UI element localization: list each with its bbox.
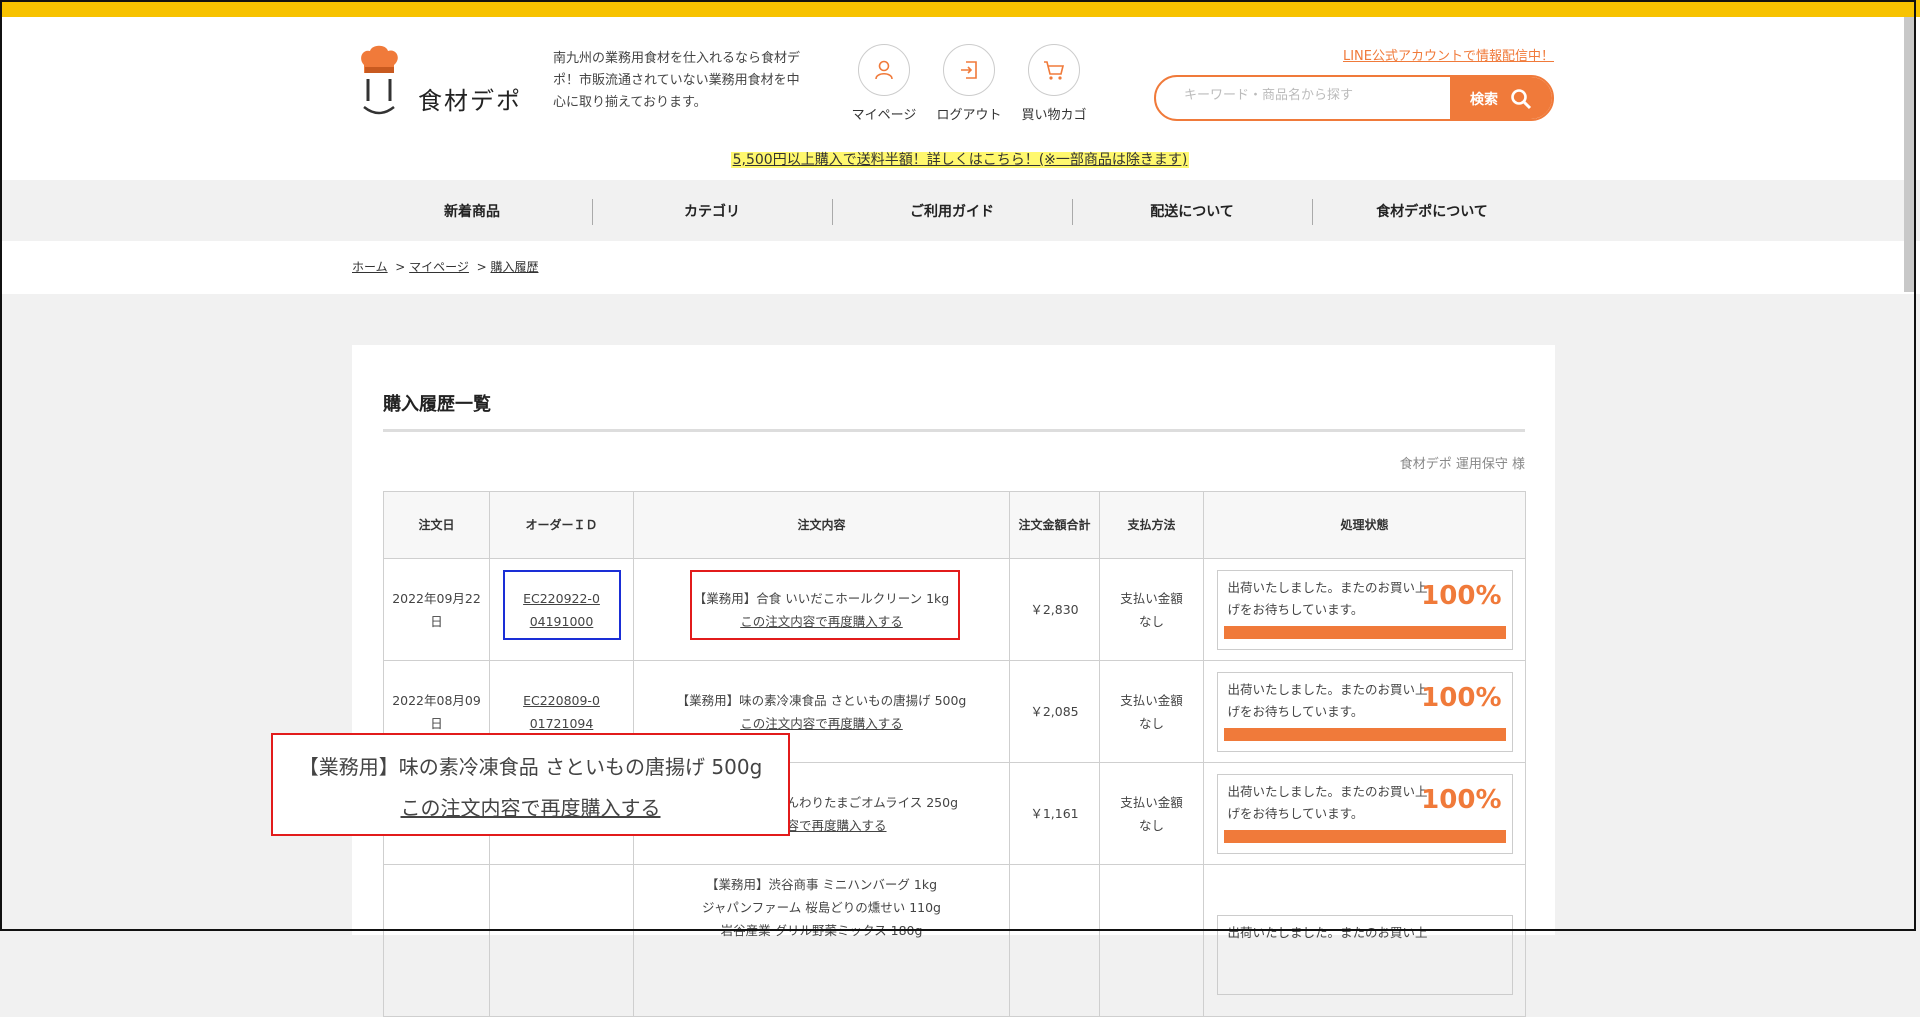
- site-logo[interactable]: 食材デポ: [356, 43, 536, 133]
- status-text: 出荷いたしました。またのお買い上げをお待ちしています。: [1227, 579, 1428, 617]
- table-header-row: 注文日 オーダーＩＤ 注文内容 注文金額合計 支払方法 処理状態: [383, 491, 1526, 559]
- status-box: 出荷いたしました。またのお買い上げをお待ちしています。 100%: [1216, 773, 1513, 854]
- status-cell: 出荷いたしました。またのお買い上: [1203, 864, 1526, 1017]
- nav-about[interactable]: 食材デポについて: [1312, 180, 1552, 241]
- zoom-item-text: 【業務用】味の素冷凍食品 さといもの唐揚げ 500g: [298, 755, 763, 779]
- nav-category[interactable]: カテゴリ: [592, 180, 832, 241]
- scrollbar[interactable]: [1904, 17, 1916, 292]
- search-button[interactable]: 検索: [1450, 77, 1552, 119]
- mypage-button[interactable]: マイページ: [844, 44, 924, 123]
- site-description: 南九州の業務用食材を仕入れるなら食材デポ！市販流通されていない業務用食材を中心に…: [553, 51, 801, 110]
- logo-text: 食材デポ: [418, 87, 522, 115]
- user-icon: [858, 44, 910, 96]
- breadcrumb: ホーム > マイページ > 購入履歴: [352, 258, 538, 275]
- progress-percent: 100%: [1421, 682, 1502, 713]
- order-item: 岩谷産業 グリル野菜ミックス 180g: [720, 923, 923, 938]
- status-cell: 出荷いたしました。またのお買い上げをお待ちしています。 100%: [1203, 558, 1526, 661]
- order-item: 【業務用】味の素冷凍食品 さといもの唐揚げ 500g: [676, 692, 967, 708]
- order-content: 【業務用】渋谷商事 ミニハンバーグ 1kg ジャパンファーム 桜島どりの燻せい …: [633, 864, 1010, 1017]
- search-icon: [1511, 89, 1532, 110]
- order-history-panel: 購入履歴一覧 食材デポ 運用保守 様 注文日 オーダーＩＤ 注文内容 注文金額合…: [352, 345, 1555, 1017]
- col-order-id: オーダーＩＤ: [489, 491, 634, 559]
- nav-guide[interactable]: ご利用ガイド: [832, 180, 1072, 241]
- order-item: 【業務用】渋谷商事 ミニハンバーグ 1kg: [705, 877, 938, 892]
- logout-label: ログアウト: [936, 108, 1002, 123]
- line-account-link[interactable]: LINE公式アカウントで情報配信中！: [1300, 45, 1554, 64]
- col-payment: 支払方法: [1099, 491, 1204, 559]
- order-date: 2022年09月22日: [383, 558, 490, 661]
- breadcrumb-home[interactable]: ホーム: [352, 260, 388, 274]
- progress-percent: 100%: [1421, 784, 1502, 815]
- mypage-label: マイページ: [851, 108, 917, 123]
- nav-new-products[interactable]: 新着商品: [352, 180, 592, 241]
- status-text: 出荷いたしました。またのお買い上: [1227, 925, 1428, 940]
- status-box: 出荷いたしました。またのお買い上げをお待ちしています。 100%: [1216, 569, 1513, 650]
- status-box: 出荷いたしました。またのお買い上げをお待ちしています。 100%: [1216, 671, 1513, 752]
- promo-text: 5,500円以上購入で送料半額！詳しくはこちら！(※一部商品は除きます): [730, 152, 1190, 168]
- global-nav: 新着商品 カテゴリ ご利用ガイド 配送について 食材デポについて: [0, 180, 1920, 241]
- search-button-label: 検索: [1470, 92, 1498, 108]
- col-status: 処理状態: [1203, 491, 1526, 559]
- progress-bar: [1223, 829, 1506, 843]
- chef-hat-logo-icon: [361, 45, 398, 115]
- user-name: 食材デポ 運用保守 様: [1399, 457, 1525, 472]
- order-id-link[interactable]: EC220809-001721094: [523, 693, 600, 731]
- order-total: ￥1,161: [1009, 762, 1100, 865]
- breadcrumb-separator: >: [476, 260, 487, 274]
- title-divider: [383, 429, 1525, 432]
- cart-button[interactable]: 買い物カゴ: [1014, 44, 1094, 123]
- order-id-highlight: [503, 570, 621, 640]
- col-order-content: 注文内容: [633, 491, 1010, 559]
- breadcrumb-current[interactable]: 購入履歴: [490, 260, 538, 274]
- payment-method: 支払い金額なし: [1099, 762, 1204, 865]
- zoom-reorder-link[interactable]: この注文内容で再度購入する: [273, 792, 788, 821]
- progress-bar: [1223, 727, 1506, 741]
- order-total: ￥2,830: [1009, 558, 1100, 661]
- logout-icon: [943, 44, 995, 96]
- top-accent-bar: [0, 0, 1920, 17]
- breadcrumb-separator: >: [395, 260, 406, 274]
- order-content-highlight: [690, 570, 960, 640]
- reorder-link[interactable]: この注文内容で再度購入する: [740, 716, 903, 731]
- cart-icon: [1028, 44, 1080, 96]
- col-order-total: 注文金額合計: [1009, 491, 1100, 559]
- logout-button[interactable]: ログアウト: [929, 44, 1009, 123]
- status-cell: 出荷いたしました。またのお買い上げをお待ちしています。 100%: [1203, 660, 1526, 763]
- search-input[interactable]: [1182, 87, 1366, 104]
- order-item: ジャパンファーム 桜島どりの燻せい 110g: [702, 900, 941, 915]
- progress-percent: 100%: [1421, 580, 1502, 611]
- table-row: 【業務用】渋谷商事 ミニハンバーグ 1kg ジャパンファーム 桜島どりの燻せい …: [383, 864, 1526, 1017]
- status-box: 出荷いたしました。またのお買い上: [1216, 915, 1513, 995]
- reorder-link[interactable]: 内容で再度購入する: [774, 818, 887, 833]
- status-cell: 出荷いたしました。またのお買い上げをお待ちしています。 100%: [1203, 762, 1526, 865]
- order-total: ￥2,085: [1009, 660, 1100, 763]
- page-title: 購入履歴一覧: [383, 394, 491, 415]
- cart-label: 買い物カゴ: [1021, 108, 1087, 123]
- nav-shipping[interactable]: 配送について: [1072, 180, 1312, 241]
- payment-method: 支払い金額なし: [1099, 660, 1204, 763]
- promo-banner[interactable]: 5,500円以上購入で送料半額！詳しくはこちら！(※一部商品は除きます): [0, 149, 1920, 169]
- status-text: 出荷いたしました。またのお買い上げをお待ちしています。: [1227, 681, 1428, 719]
- status-text: 出荷いたしました。またのお買い上げをお待ちしています。: [1227, 783, 1428, 821]
- zoomed-order-callout: 【業務用】味の素冷凍食品 さといもの唐揚げ 500g この注文内容で再度購入する: [271, 733, 790, 836]
- payment-method: 支払い金額なし: [1099, 558, 1204, 661]
- search-box: 検索: [1154, 75, 1554, 121]
- col-order-date: 注文日: [383, 491, 490, 559]
- breadcrumb-mypage[interactable]: マイページ: [409, 260, 469, 274]
- progress-bar: [1223, 625, 1506, 639]
- order-item: ふんわりたまごオムライス 250g: [774, 794, 959, 810]
